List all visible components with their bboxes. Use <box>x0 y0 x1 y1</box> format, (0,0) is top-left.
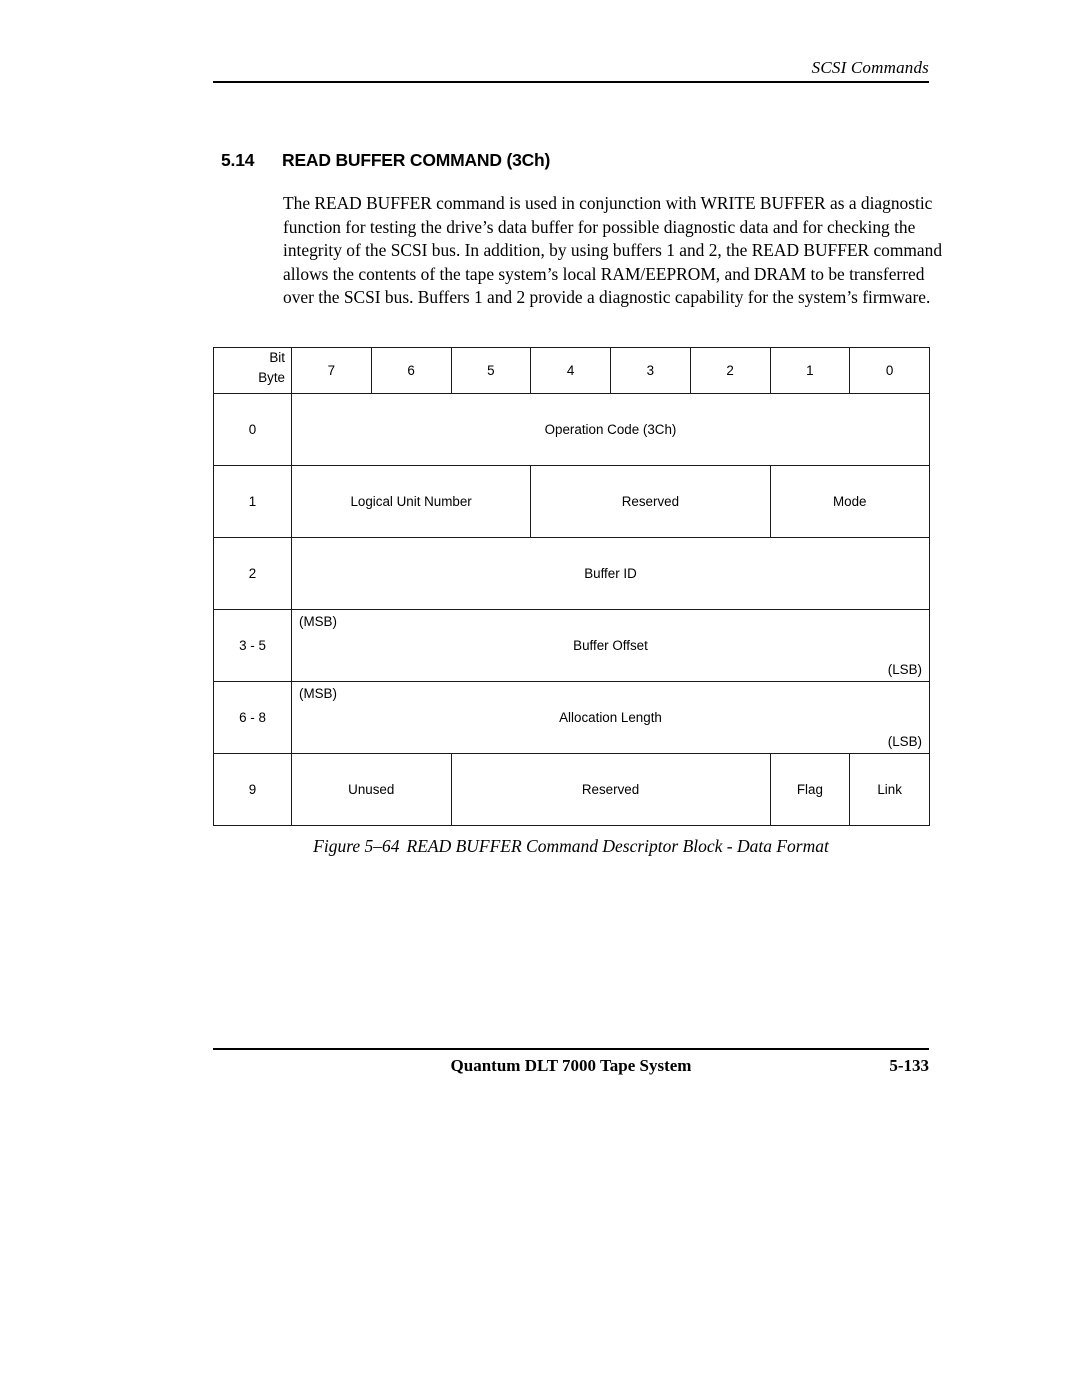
cdb-header-row: Bit Byte 7 6 5 4 3 2 1 0 <box>213 347 930 394</box>
bit-header-cell: 1 <box>769 347 851 394</box>
cdb-table: Bit Byte 7 6 5 4 3 2 1 0 0 Operation Code (3Ch) 1 Log… <box>213 347 930 826</box>
byte-index-cell: 0 <box>213 393 292 466</box>
cdb-field-cell: Flag <box>769 753 851 826</box>
byte-axis-label: Byte <box>258 370 285 385</box>
cdb-field-cell: Reserved <box>450 753 771 826</box>
running-head: SCSI Commands <box>811 58 929 77</box>
bit-header-cell: 7 <box>291 347 372 394</box>
cdb-table-row: 3 - 5 (MSB) Buffer Offset (LSB) <box>213 609 930 682</box>
bit-header-cell: 3 <box>610 347 691 394</box>
byte-index-cell: 3 - 5 <box>213 609 292 682</box>
footer-rule <box>213 1048 929 1050</box>
cdb-table-row: 2 Buffer ID <box>213 537 930 610</box>
footer-title: Quantum DLT 7000 Tape System <box>450 1056 692 1075</box>
bit-header-cell: 0 <box>849 347 930 394</box>
bit-axis-label: Bit <box>269 350 285 365</box>
figure-caption: Figure 5–64 READ BUFFER Command Descripto… <box>213 836 929 857</box>
byte-index-cell: 6 - 8 <box>213 681 292 754</box>
body-paragraph: The READ BUFFER command is used in conju… <box>283 193 943 308</box>
msb-marker: (MSB) <box>299 614 337 629</box>
cdb-field-label: Buffer Offset <box>573 638 648 653</box>
page-number: 5-133 <box>889 1056 929 1075</box>
cdb-field-cell: Buffer ID <box>291 537 930 610</box>
bit-header-cell: 2 <box>689 347 771 394</box>
header-rule <box>213 81 929 83</box>
cdb-field-cell: (MSB) Allocation Length (LSB) <box>291 681 930 754</box>
lsb-marker: (LSB) <box>887 662 922 677</box>
cdb-field-label: Allocation Length <box>559 710 662 725</box>
cdb-field-cell: Mode <box>769 465 930 538</box>
bit-header-cell: 4 <box>530 347 611 394</box>
cdb-field-cell: (MSB) Buffer Offset (LSB) <box>291 609 930 682</box>
byte-index-cell: 1 <box>213 465 292 538</box>
cdb-table-row: 6 - 8 (MSB) Allocation Length (LSB) <box>213 681 930 754</box>
section-number: 5.14 <box>221 150 255 170</box>
section-title-text: READ BUFFER COMMAND (3Ch) <box>282 150 551 170</box>
page-header: SCSI Commands <box>213 58 929 83</box>
cdb-table-row: 0 Operation Code (3Ch) <box>213 393 930 466</box>
figure-number: Figure 5–64 <box>313 836 400 856</box>
cdb-table-container: Bit Byte 7 6 5 4 3 2 1 0 0 Operation Code (3Ch) 1 Log… <box>213 347 930 826</box>
cdb-table-body: Bit Byte 7 6 5 4 3 2 1 0 0 Operation Code (3Ch) 1 Log… <box>213 347 930 826</box>
bit-header-cell: 6 <box>370 347 452 394</box>
figure-caption-text: READ BUFFER Command Descriptor Block - D… <box>406 836 829 856</box>
cdb-field-cell: Link <box>849 753 930 826</box>
msb-marker: (MSB) <box>299 686 337 701</box>
bit-byte-corner-cell: Bit Byte <box>213 347 292 394</box>
cdb-table-row: 9 Unused Reserved Flag Link <box>213 753 930 826</box>
cdb-table-row: 1 Logical Unit Number Reserved Mode <box>213 465 930 538</box>
cdb-field-cell: Logical Unit Number <box>290 465 532 538</box>
page-footer: Quantum DLT 7000 Tape System 5-133 <box>213 1048 929 1082</box>
lsb-marker: (LSB) <box>887 734 922 749</box>
byte-index-cell: 9 <box>213 753 292 826</box>
bit-header-cell: 5 <box>450 347 532 394</box>
footer-row: Quantum DLT 7000 Tape System 5-133 <box>213 1056 929 1082</box>
cdb-field-cell: Reserved <box>530 465 771 538</box>
section-heading: 5.14 READ BUFFER COMMAND (3Ch) <box>221 150 941 171</box>
byte-index-cell: 2 <box>213 537 292 610</box>
cdb-field-cell: Unused <box>291 753 452 826</box>
cdb-field-cell: Operation Code (3Ch) <box>291 393 930 466</box>
